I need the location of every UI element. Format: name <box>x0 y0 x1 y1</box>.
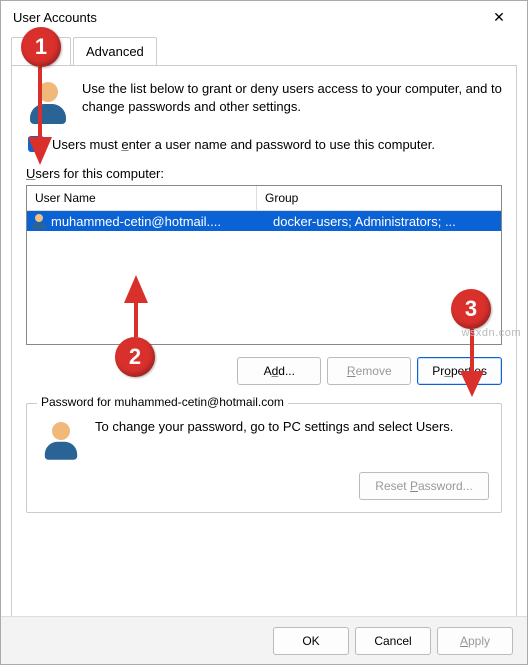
user-row-icon <box>31 213 47 229</box>
tab-users[interactable]: Users <box>11 37 71 65</box>
close-icon[interactable]: ✕ <box>479 9 519 26</box>
remove-button: Remove <box>327 357 411 385</box>
properties-button[interactable]: Properties <box>417 357 502 385</box>
users-icon <box>26 80 70 124</box>
intro-text: Use the list below to grant or deny user… <box>82 80 502 124</box>
users-list-header: User Name Group <box>27 186 501 211</box>
watermark: wsxdn.com <box>461 327 521 339</box>
col-header-username[interactable]: User Name <box>27 186 257 211</box>
apply-button: Apply <box>437 627 513 655</box>
require-password-label: Users must enter a user name and passwor… <box>52 137 435 152</box>
tab-strip: Users Advanced <box>1 37 527 66</box>
ok-button[interactable]: OK <box>273 627 349 655</box>
titlebar: User Accounts ✕ <box>1 1 527 33</box>
users-list-label: Users for this computer: <box>26 166 502 181</box>
window-title: User Accounts <box>13 10 97 25</box>
user-row-group: docker-users; Administrators; ... <box>273 214 497 229</box>
dialog-button-row: OK Cancel Apply <box>1 616 527 664</box>
tab-panel-users: Use the list below to grant or deny user… <box>11 65 517 619</box>
password-user-icon <box>41 420 81 460</box>
password-help-text: To change your password, go to PC settin… <box>95 418 453 436</box>
tab-advanced[interactable]: Advanced <box>73 37 157 65</box>
col-header-group[interactable]: Group <box>257 186 501 211</box>
require-password-checkbox[interactable]: ✓ <box>28 136 44 152</box>
reset-password-button: Reset Password... <box>359 472 489 500</box>
add-button[interactable]: Add... <box>237 357 321 385</box>
user-accounts-window: User Accounts ✕ Users Advanced Use the l… <box>0 0 528 665</box>
user-row-selected[interactable]: muhammed-cetin@hotmail.... docker-users;… <box>27 211 501 231</box>
password-groupbox: Password for muhammed-cetin@hotmail.com … <box>26 403 502 513</box>
password-groupbox-legend: Password for muhammed-cetin@hotmail.com <box>37 395 288 409</box>
user-row-username: muhammed-cetin@hotmail.... <box>51 214 273 229</box>
users-listbox[interactable]: User Name Group muhammed-cetin@hotmail..… <box>26 185 502 345</box>
cancel-button[interactable]: Cancel <box>355 627 431 655</box>
